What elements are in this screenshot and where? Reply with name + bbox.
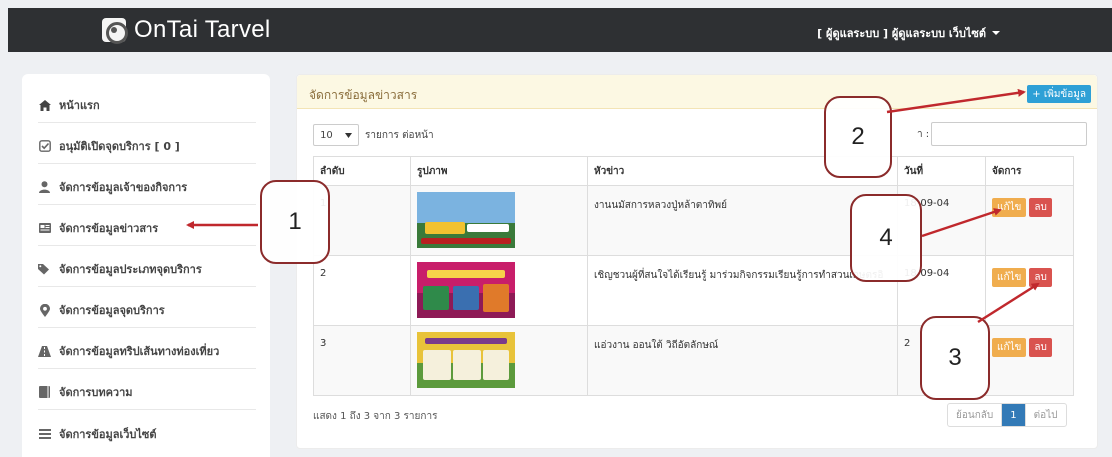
home-icon [38, 99, 51, 111]
row-number: 2 [313, 255, 411, 326]
road-icon [38, 345, 51, 357]
sidebar-item-approve[interactable]: อนุมัติเปิดจุดบริการ [ 0 ] [38, 123, 256, 164]
search-label: า : [917, 128, 930, 140]
sidebar-item-label: อนุมัติเปิดจุดบริการ [ 0 ] [59, 140, 180, 153]
delete-button[interactable]: ลบ [1029, 198, 1052, 217]
table-info: แสดง 1 ถึง 3 จาก 3 รายการ [313, 411, 438, 422]
edit-button[interactable]: แก้ไข [992, 198, 1027, 217]
brand-logo-icon [102, 18, 128, 44]
news-thumbnail [417, 332, 515, 388]
column-header-actions: จัดการ [985, 156, 1074, 186]
table-row: 1 งานนมัสการหลวงปู่หล้าตาทิพย์ 18-09-04 … [313, 185, 1074, 256]
panel-header: จัดการข้อมูลข่าวสาร + เพิ่มข้อมูล [297, 75, 1097, 109]
row-actions: แก้ไข ลบ [985, 185, 1074, 256]
user-menu[interactable]: [ ผู้ดูแลระบบ ] ผู้ดูแลระบบ เว็บไซต์ [817, 24, 1000, 42]
row-image-cell [410, 185, 588, 256]
tags-icon [38, 263, 51, 275]
row-number: 3 [313, 325, 411, 396]
caret-down-icon [992, 31, 1000, 35]
sidebar-item-home[interactable]: หน้าแรก [38, 82, 256, 123]
table-row: 2 เชิญชวนผู้ที่สนใจได้เรียนรู้ มาร่วมกิจ… [313, 255, 1074, 326]
page-length-select[interactable]: 10 [313, 124, 359, 146]
callout-2: 2 [824, 96, 892, 178]
sidebar-item-service-types[interactable]: จัดการข้อมูลประเภทจุดบริการ [38, 246, 256, 287]
pagination-next[interactable]: ต่อไป [1026, 404, 1066, 426]
sidebar-item-website[interactable]: จัดการข้อมูลเว็บไซต์ [38, 410, 256, 451]
sidebar-item-owners[interactable]: จัดการข้อมูลเจ้าของกิจการ [38, 164, 256, 205]
check-square-icon [38, 140, 51, 152]
edit-button[interactable]: แก้ไข [992, 338, 1027, 357]
sidebar-item-label: จัดการบทความ [59, 386, 133, 399]
brand[interactable]: OnTai Tarvel [102, 16, 271, 44]
sidebar-item-label: จัดการข้อมูลประเภทจุดบริการ [59, 263, 202, 276]
sidebar-item-label: จัดการข้อมูลเจ้าของกิจการ [59, 181, 188, 194]
add-news-button[interactable]: + เพิ่มข้อมูล [1027, 85, 1091, 103]
map-marker-icon [38, 303, 51, 317]
news-icon [38, 223, 51, 233]
page-length-control: 10 รายการ ต่อหน้า [313, 124, 434, 146]
edit-button[interactable]: แก้ไข [992, 268, 1027, 287]
delete-button[interactable]: ลบ [1029, 268, 1052, 287]
sidebar-item-news[interactable]: จัดการข้อมูลข่าวสาร [38, 205, 256, 246]
table-search: า : [917, 122, 1088, 146]
callout-3: 3 [920, 316, 990, 400]
pagination-current[interactable]: 1 [1002, 404, 1026, 426]
row-image-cell [410, 255, 588, 326]
brand-name: OnTai Tarvel [134, 16, 271, 43]
news-thumbnail [417, 262, 515, 318]
sidebar-item-trips[interactable]: จัดการข้อมูลทริปเส้นทางท่องเที่ยว [38, 328, 256, 369]
book-icon [38, 386, 51, 398]
column-header-order[interactable]: ลำดับ [313, 156, 411, 186]
user-menu-label: [ ผู้ดูแลระบบ ] ผู้ดูแลระบบ เว็บไซต์ [817, 27, 986, 40]
column-header-image[interactable]: รูปภาพ [410, 156, 588, 186]
sidebar-item-label: จัดการข้อมูลข่าวสาร [59, 222, 159, 235]
pagination-prev[interactable]: ย้อนกลับ [948, 404, 1003, 426]
sidebar-item-label: จัดการข้อมูลเว็บไซต์ [59, 427, 157, 441]
sidebar-item-service-points[interactable]: จัดการข้อมูลจุดบริการ [38, 287, 256, 328]
row-headline: แอ่วงาน ออนใต้ วิถีอัตลักษณ์ [587, 325, 898, 396]
column-header-date[interactable]: วันที่ [897, 156, 986, 186]
callout-1: 1 [260, 180, 330, 264]
list-icon [38, 428, 51, 439]
callout-4: 4 [850, 194, 922, 282]
sidebar-item-label: จัดการข้อมูลจุดบริการ [59, 304, 165, 317]
table-header-row: ลำดับ รูปภาพ หัวข่าว วันที่ จัดการ [313, 156, 1074, 186]
page-length-suffix: รายการ ต่อหน้า [365, 129, 434, 141]
news-thumbnail [417, 192, 515, 248]
user-icon [38, 181, 51, 193]
sidebar: หน้าแรก อนุมัติเปิดจุดบริการ [ 0 ] จัดกา… [22, 74, 270, 457]
dropdown-arrow-icon [344, 132, 352, 138]
search-input[interactable] [931, 122, 1088, 146]
sidebar-item-articles[interactable]: จัดการบทความ [38, 369, 256, 410]
row-actions: แก้ไข ลบ [985, 255, 1074, 326]
sidebar-item-label: หน้าแรก [59, 99, 100, 112]
top-navbar: OnTai Tarvel [ ผู้ดูแลระบบ ] ผู้ดูแลระบบ… [8, 8, 1112, 52]
sidebar-item-label: จัดการข้อมูลทริปเส้นทางท่องเที่ยว [59, 345, 220, 358]
panel-title: จัดการข้อมูลข่าวสาร [309, 88, 418, 102]
page-length-value: 10 [320, 129, 333, 141]
pagination: ย้อนกลับ 1 ต่อไป [947, 403, 1067, 427]
delete-button[interactable]: ลบ [1029, 338, 1052, 357]
row-actions: แก้ไข ลบ [985, 325, 1074, 396]
row-image-cell [410, 325, 588, 396]
